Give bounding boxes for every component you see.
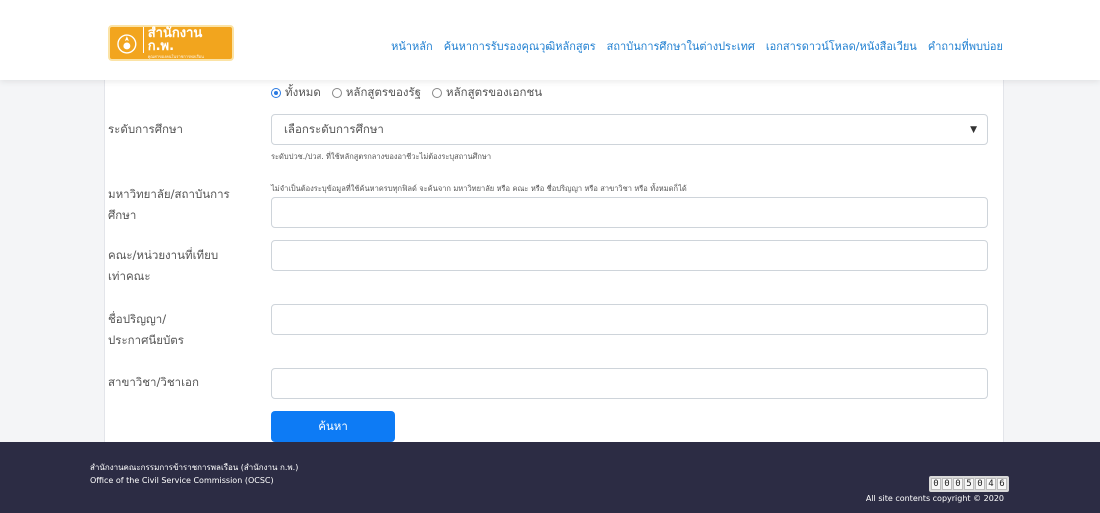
logo-subtitle: คุณค่าของคนในราชการพลเรือน: [147, 54, 204, 59]
faculty-label-line1: คณะ/หน่วยงานที่เทียบ: [108, 248, 219, 262]
logo-text: สำนักงาน ก.พ. คุณค่าของคนในราชการพลเรือน: [142, 27, 232, 59]
level-select-value: เลือกระดับการศึกษา: [284, 121, 384, 136]
search-button[interactable]: ค้นหา: [271, 411, 395, 442]
radio-government-label: หลักสูตรของรัฐ: [345, 85, 421, 99]
university-help-text: ไม่จำเป็นต้องระบุข้อมูลที่ใช้ค้นหาครบทุก…: [271, 184, 687, 193]
degree-label-line1: ชื่อปริญญา/: [108, 312, 167, 326]
nav-downloads[interactable]: เอกสารดาวน์โหลด/หนังสือเวียน: [766, 37, 917, 55]
search-form-card: ทั้งหมด หลักสูตรของรัฐ หลักสูตรของเอกชน …: [104, 80, 1004, 442]
nav-foreign-institutions[interactable]: สถาบันการศึกษาในต่างประเทศ: [607, 37, 755, 55]
level-label: ระดับการศึกษา: [108, 122, 184, 136]
degree-label-line2: ประกาศนียบัตร: [108, 333, 184, 347]
radio-all-label: ทั้งหมด: [285, 85, 321, 99]
university-label-line2: ศึกษา: [108, 208, 137, 222]
top-navbar: สำนักงาน ก.พ. คุณค่าของคนในราชการพลเรือน…: [0, 0, 1100, 80]
radio-checked-icon[interactable]: [271, 88, 281, 98]
ocsc-logo[interactable]: สำนักงาน ก.พ. คุณค่าของคนในราชการพลเรือน: [108, 25, 234, 61]
emblem-icon: [117, 34, 137, 54]
footer-org-english: Office of the Civil Service Commission (…: [90, 476, 274, 485]
logo-title: สำนักงาน ก.พ.: [142, 27, 232, 53]
radio-government[interactable]: หลักสูตรของรัฐ: [331, 84, 421, 102]
footer-org-thai: สำนักงานคณะกรรมการข้าราชการพลเรือน (สำนั…: [90, 463, 299, 472]
major-input[interactable]: [271, 368, 988, 399]
faculty-input[interactable]: [271, 240, 988, 271]
counter-digit: 6: [997, 478, 1007, 490]
university-label: มหาวิทยาลัย/สถาบันการ ศึกษา: [108, 184, 248, 226]
counter-digit: 0: [975, 478, 985, 490]
radio-private-label: หลักสูตรของเอกชน: [446, 85, 543, 99]
university-label-line1: มหาวิทยาลัย/สถาบันการ: [108, 187, 230, 201]
radio-private[interactable]: หลักสูตรของเอกชน: [432, 84, 542, 102]
nav-search-accreditation[interactable]: ค้นหาการรับรองคุณวุฒิหลักสูตร: [444, 37, 596, 55]
nav-home[interactable]: หน้าหลัก: [391, 37, 433, 55]
chevron-down-icon: ▼: [970, 124, 977, 135]
university-input[interactable]: [271, 197, 988, 228]
counter-digit: 5: [964, 478, 974, 490]
radio-all[interactable]: ทั้งหมด: [271, 84, 321, 102]
radio-unchecked-icon[interactable]: [432, 88, 442, 98]
major-label: สาขาวิชา/วิชาเอก: [108, 375, 199, 389]
counter-digit: 4: [986, 478, 996, 490]
degree-input[interactable]: [271, 304, 988, 335]
level-help-text: ระดับปวช./ปวส. ที่ใช้หลักสูตรกลางของอาชี…: [271, 152, 492, 161]
counter-digit: 0: [942, 478, 952, 490]
radio-unchecked-icon[interactable]: [331, 88, 342, 98]
copyright-text: All site contents copyright © 2020: [865, 494, 1004, 503]
curriculum-type-radios: ทั้งหมด หลักสูตรของรัฐ หลักสูตรของเอกชน: [271, 84, 542, 102]
nav-faq[interactable]: คำถามที่พบบ่อย: [928, 37, 1003, 55]
level-select[interactable]: เลือกระดับการศึกษา ▼: [271, 114, 988, 145]
counter-digit: 0: [931, 478, 941, 490]
main-nav: หน้าหลัก ค้นหาการรับรองคุณวุฒิหลักสูตร ส…: [391, 37, 1003, 55]
visitor-counter: 0 0 0 5 0 4 6: [929, 476, 1009, 492]
counter-digit: 0: [953, 478, 963, 490]
faculty-label-line2: เท่าคณะ: [108, 269, 151, 283]
faculty-label: คณะ/หน่วยงานที่เทียบ เท่าคณะ: [108, 245, 248, 287]
site-footer: สำนักงานคณะกรรมการข้าราชการพลเรือน (สำนั…: [0, 442, 1100, 513]
degree-label: ชื่อปริญญา/ ประกาศนียบัตร: [108, 309, 248, 351]
